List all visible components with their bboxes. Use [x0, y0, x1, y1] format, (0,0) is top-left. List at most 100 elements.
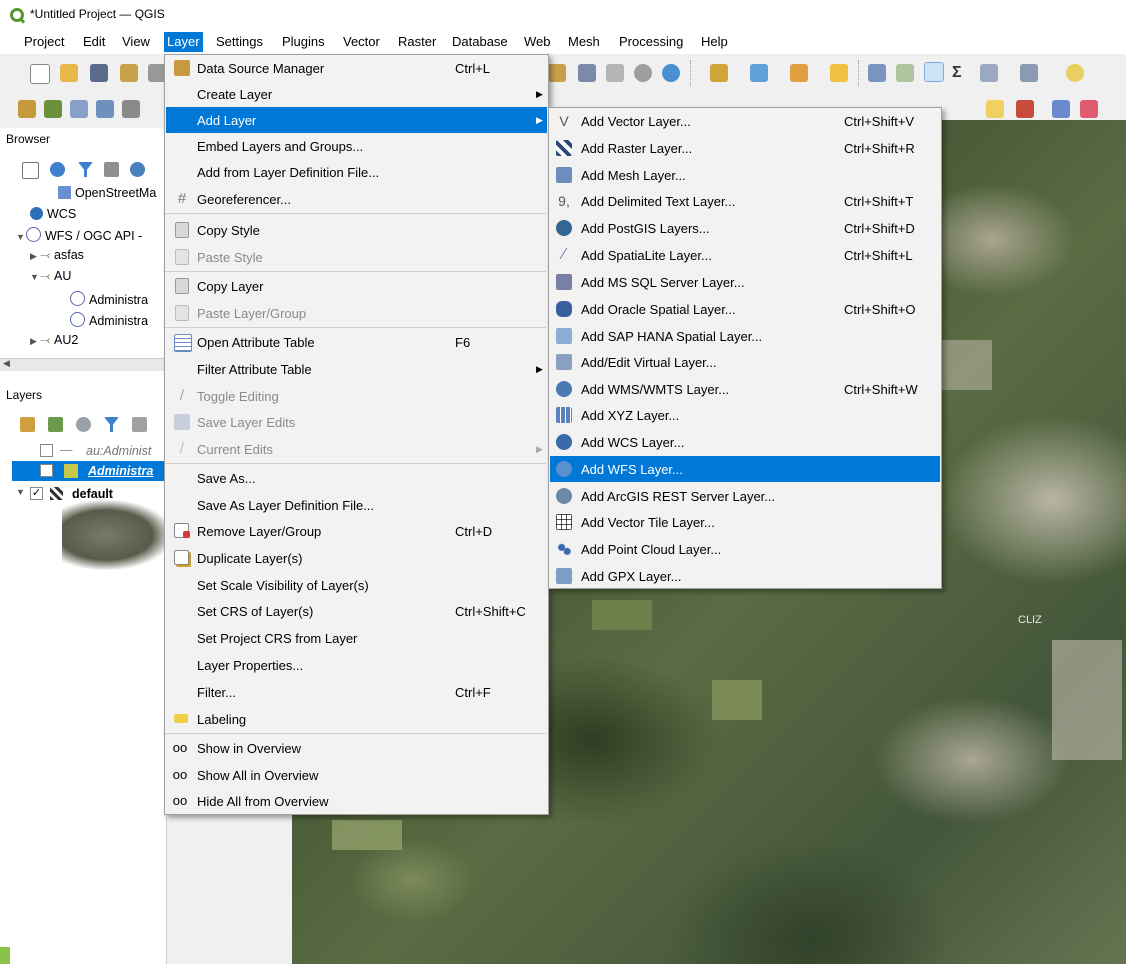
browser-item-au2[interactable]: ▶ ⤙ AU2: [30, 333, 78, 353]
browser-item-administra-2[interactable]: Administra: [70, 312, 148, 332]
menu-item-filter-attribute-table[interactable]: Filter Attribute Table ▶: [166, 356, 547, 382]
filter-browser-icon[interactable]: [78, 162, 93, 177]
menu-item-add-wcs[interactable]: Add WCS Layer...: [550, 429, 940, 455]
add-selected-icon[interactable]: [22, 162, 39, 179]
menu-item-toggle-editing[interactable]: / Toggle Editing: [166, 383, 547, 409]
layer-visibility-checkbox[interactable]: [40, 464, 53, 477]
menu-item-add-point-cloud[interactable]: Add Point Cloud Layer...: [550, 536, 940, 562]
menu-item-add-spatialite[interactable]: ∕ Add SpatiaLite Layer... Ctrl+Shift+L: [550, 242, 940, 268]
measure-icon[interactable]: [868, 64, 886, 82]
menu-item-add-xyz[interactable]: Add XYZ Layer...: [550, 402, 940, 428]
menu-item-copy-style[interactable]: Copy Style: [166, 217, 547, 243]
manage-visibility-icon[interactable]: [76, 417, 91, 432]
menu-item-georeferencer[interactable]: # Georeferencer...: [166, 186, 547, 212]
menu-item-remove-layer[interactable]: Remove Layer/Group Ctrl+D: [166, 518, 547, 544]
menu-item-embed-layers[interactable]: Embed Layers and Groups...: [166, 133, 547, 159]
filter-legend-icon[interactable]: [104, 417, 119, 432]
menu-item-set-crs[interactable]: Set CRS of Layer(s) Ctrl+Shift+C: [166, 598, 547, 624]
pin-labels-icon[interactable]: [1052, 100, 1070, 118]
browser-item-osm[interactable]: OpenStreetMa: [58, 186, 156, 206]
map-tips-icon[interactable]: [1066, 64, 1084, 82]
menu-processing[interactable]: Processing: [619, 34, 683, 49]
menu-item-paste-layer[interactable]: Paste Layer/Group: [166, 300, 547, 326]
save-project-icon[interactable]: [90, 64, 108, 82]
pan-selection-icon[interactable]: [548, 64, 566, 82]
menu-item-create-layer[interactable]: Create Layer ▶: [166, 81, 547, 107]
style-manager-icon[interactable]: [20, 417, 35, 432]
expand-arrow-icon[interactable]: ▼: [16, 232, 26, 242]
deselect-icon[interactable]: [790, 64, 808, 82]
collapse-all-icon[interactable]: [104, 162, 119, 177]
menu-item-add-wfs[interactable]: Add WFS Layer...: [550, 456, 940, 482]
menu-item-open-attribute-table[interactable]: Open Attribute Table F6: [166, 329, 547, 355]
bookmark-icon[interactable]: [606, 64, 624, 82]
open-table-icon[interactable]: [896, 64, 914, 82]
menu-web[interactable]: Web: [524, 34, 551, 49]
open-project-icon[interactable]: [60, 64, 78, 82]
menu-item-add-wms[interactable]: Add WMS/WMTS Layer... Ctrl+Shift+W: [550, 376, 940, 402]
menu-item-add-layer[interactable]: Add Layer ▶: [166, 107, 547, 133]
layer-visibility-checkbox[interactable]: [40, 444, 53, 457]
menu-view[interactable]: View: [122, 34, 150, 49]
add-group-icon[interactable]: [48, 417, 63, 432]
data-source-icon[interactable]: [18, 100, 36, 118]
new-project-icon[interactable]: [30, 64, 50, 84]
menu-plugins[interactable]: Plugins: [282, 34, 325, 49]
show-labels-icon[interactable]: [1080, 100, 1098, 118]
menu-item-layer-properties[interactable]: Layer Properties...: [166, 652, 547, 678]
menu-item-data-source-manager[interactable]: Data Source Manager Ctrl+L: [166, 55, 547, 81]
menu-database[interactable]: Database: [452, 34, 508, 49]
menu-item-add-delimited-text[interactable]: 9, Add Delimited Text Layer... Ctrl+Shif…: [550, 188, 940, 214]
expand-arrow-icon[interactable]: ▼: [30, 272, 40, 282]
menu-vector[interactable]: Vector: [343, 34, 380, 49]
menu-mesh[interactable]: Mesh: [568, 34, 600, 49]
menu-edit[interactable]: Edit: [83, 34, 105, 49]
statistics-icon[interactable]: [924, 62, 944, 82]
menu-item-duplicate-layer[interactable]: Duplicate Layer(s): [166, 545, 547, 571]
refresh-browser-icon[interactable]: [50, 162, 65, 177]
menu-item-filter[interactable]: Filter... Ctrl+F: [166, 679, 547, 705]
menu-item-add-virtual-layer[interactable]: Add/Edit Virtual Layer...: [550, 349, 940, 375]
menu-item-save-as-definition[interactable]: Save As Layer Definition File...: [166, 492, 547, 518]
menu-item-add-postgis[interactable]: Add PostGIS Layers... Ctrl+Shift+D: [550, 215, 940, 241]
menu-item-save-as[interactable]: Save As...: [166, 465, 547, 491]
menu-item-labeling[interactable]: Labeling: [166, 706, 547, 732]
scroll-left-icon[interactable]: ◀: [3, 358, 10, 369]
menu-item-show-in-overview[interactable]: oo Show in Overview: [166, 735, 547, 761]
menu-item-set-project-crs[interactable]: Set Project CRS from Layer: [166, 625, 547, 651]
menu-item-copy-layer[interactable]: Copy Layer: [166, 273, 547, 299]
diagram-icon[interactable]: [1016, 100, 1034, 118]
menu-project[interactable]: Project: [24, 34, 64, 49]
annotation-icon[interactable]: [1020, 64, 1038, 82]
spatialite-toolbar-icon[interactable]: [96, 100, 114, 118]
add-vector-icon[interactable]: [44, 100, 62, 118]
select-features-icon[interactable]: [750, 64, 768, 82]
add-layer-icon[interactable]: [70, 100, 88, 118]
menu-item-set-scale-visibility[interactable]: Set Scale Visibility of Layer(s): [166, 572, 547, 598]
menu-item-add-gpx[interactable]: Add GPX Layer...: [550, 563, 940, 589]
menu-item-add-arcgis-rest[interactable]: Add ArcGIS REST Server Layer...: [550, 483, 940, 509]
properties-icon[interactable]: [130, 162, 145, 177]
browser-item-wcs[interactable]: WCS: [30, 207, 76, 227]
select-by-value-icon[interactable]: [830, 64, 848, 82]
zoom-selection-icon[interactable]: [578, 64, 596, 82]
browser-item-asfas[interactable]: ▶ ⤙ asfas: [30, 248, 84, 268]
menu-help[interactable]: Help: [701, 34, 728, 49]
layer-item-au-administ[interactable]: — au:Administ: [40, 441, 166, 461]
menu-item-save-layer-edits[interactable]: Save Layer Edits: [166, 409, 547, 435]
menu-item-add-sap-hana[interactable]: Add SAP HANA Spatial Layer...: [550, 323, 940, 349]
sum-icon[interactable]: Σ: [952, 64, 970, 82]
temporal-icon[interactable]: [634, 64, 652, 82]
collapse-arrow-icon[interactable]: ▶: [30, 336, 40, 347]
menu-raster[interactable]: Raster: [398, 34, 436, 49]
collapse-arrow-icon[interactable]: ▶: [30, 251, 40, 262]
menu-item-current-edits[interactable]: / Current Edits ▶: [166, 436, 547, 462]
layer-item-default[interactable]: ▼ ✓ default: [16, 484, 113, 504]
menu-layer[interactable]: Layer: [164, 32, 203, 52]
layer-visibility-checkbox-checked[interactable]: ✓: [30, 487, 43, 500]
filter-expression-icon[interactable]: [132, 417, 147, 432]
add-raster-icon[interactable]: [122, 100, 140, 118]
menu-item-paste-style[interactable]: Paste Style: [166, 244, 547, 270]
menu-settings[interactable]: Settings: [216, 34, 263, 49]
menu-item-add-raster-layer[interactable]: Add Raster Layer... Ctrl+Shift+R: [550, 135, 940, 161]
